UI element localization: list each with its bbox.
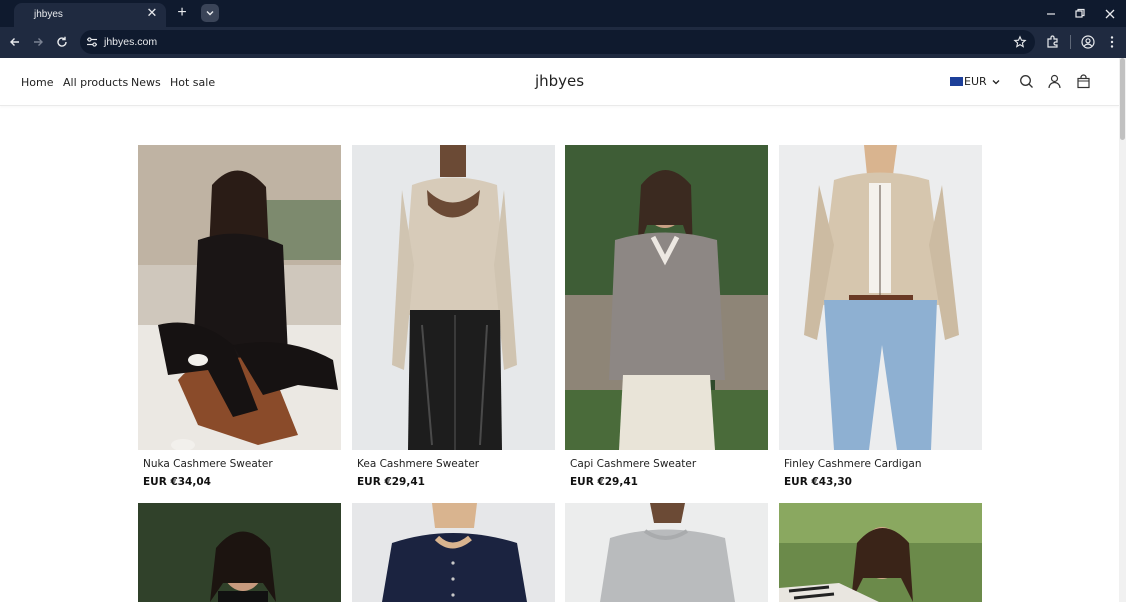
product-card[interactable]: Finley Cashmere Cardigan EUR €43,30 (779, 145, 982, 495)
url-text[interactable]: jhbyes.com (104, 36, 157, 48)
profile-icon[interactable] (1080, 34, 1096, 50)
address-bar[interactable]: jhbyes.com (80, 30, 1035, 54)
product-image[interactable] (138, 145, 341, 450)
site-info-icon[interactable] (85, 35, 99, 49)
product-card[interactable] (565, 503, 768, 602)
scrollbar-thumb[interactable] (1120, 58, 1125, 140)
reload-icon[interactable] (54, 34, 70, 50)
menu-kebab-icon[interactable] (1104, 34, 1120, 50)
search-icon[interactable] (1019, 74, 1034, 89)
browser-tab-strip: jhbyes ✕ + (0, 0, 1126, 27)
product-card[interactable] (352, 503, 555, 602)
minimize-icon[interactable] (1042, 5, 1060, 23)
product-price: EUR €29,41 (357, 476, 425, 488)
browser-tab[interactable]: jhbyes ✕ (14, 3, 166, 27)
product-image[interactable] (565, 503, 768, 602)
cart-icon[interactable] (1076, 74, 1091, 89)
page-scrollbar[interactable] (1119, 58, 1126, 602)
chevron-down-icon (206, 11, 214, 16)
product-card[interactable] (779, 503, 982, 602)
bookmark-star-icon[interactable] (1013, 35, 1027, 49)
product-card[interactable]: Nuka Cashmere Sweater EUR €34,04 (138, 145, 341, 495)
chevron-down-icon (992, 80, 1000, 85)
browser-toolbar: jhbyes.com (0, 27, 1126, 58)
product-image[interactable] (779, 145, 982, 450)
new-tab-icon[interactable]: + (174, 5, 190, 21)
close-window-icon[interactable] (1101, 5, 1119, 23)
product-name[interactable]: Kea Cashmere Sweater (357, 458, 479, 470)
product-image[interactable] (352, 503, 555, 602)
site-header: Home All products News Hot sale jhbyes E… (0, 58, 1119, 106)
extensions-icon[interactable] (1045, 34, 1061, 50)
product-card[interactable]: Kea Cashmere Sweater EUR €29,41 (352, 145, 555, 495)
restore-icon[interactable] (1071, 5, 1089, 23)
tab-title: jhbyes (34, 9, 63, 20)
back-icon[interactable] (7, 34, 23, 50)
product-price: EUR €34,04 (143, 476, 211, 488)
toolbar-divider (1070, 35, 1071, 49)
product-image[interactable] (138, 503, 341, 602)
product-price: EUR €43,30 (784, 476, 852, 488)
tab-search-button[interactable] (201, 4, 219, 22)
product-card[interactable] (138, 503, 341, 602)
product-image[interactable] (352, 145, 555, 450)
forward-icon[interactable] (30, 34, 46, 50)
account-icon[interactable] (1047, 74, 1062, 89)
product-name[interactable]: Nuka Cashmere Sweater (143, 458, 273, 470)
web-page: Home All products News Hot sale jhbyes E… (0, 58, 1119, 602)
product-image[interactable] (779, 503, 982, 602)
eu-flag-icon (950, 77, 963, 86)
tab-close-icon[interactable]: ✕ (144, 5, 160, 21)
product-card[interactable]: Capi Cashmere Sweater EUR €29,41 (565, 145, 768, 495)
product-price: EUR €29,41 (570, 476, 638, 488)
product-name[interactable]: Capi Cashmere Sweater (570, 458, 696, 470)
currency-label: EUR (964, 75, 987, 88)
product-name[interactable]: Finley Cashmere Cardigan (784, 458, 921, 470)
product-image[interactable] (565, 145, 768, 450)
